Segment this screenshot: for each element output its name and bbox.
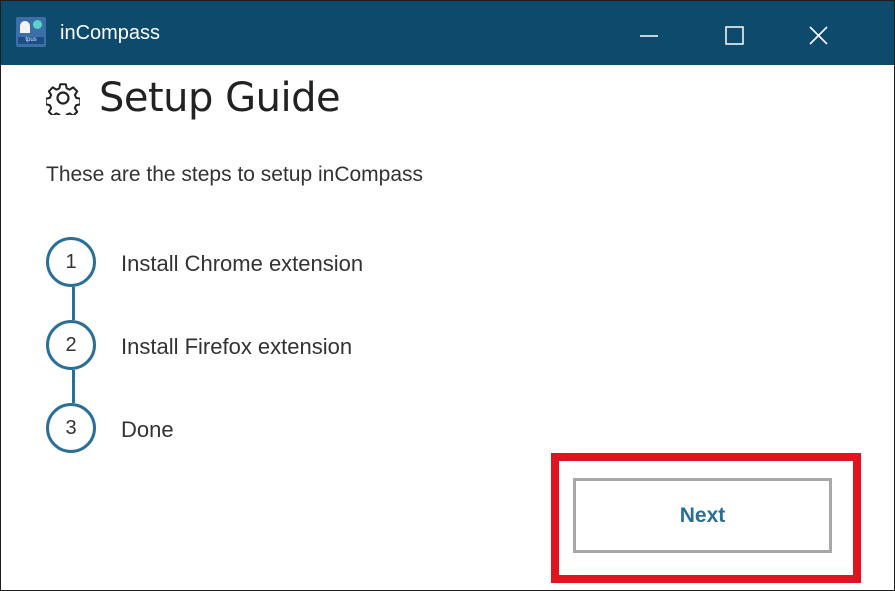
step-number-badge: 3 — [46, 403, 96, 453]
gear-icon — [46, 83, 80, 115]
page-title: Setup Guide — [99, 75, 341, 121]
step-number-badge: 1 — [46, 237, 96, 287]
close-icon — [809, 26, 828, 45]
close-button[interactable] — [779, 1, 859, 65]
minimize-icon — [640, 35, 658, 37]
step-item: 3 Done — [46, 403, 646, 459]
window-title: inCompass — [60, 22, 161, 44]
step-item: 2 Install Firefox extension — [46, 320, 646, 376]
maximize-button[interactable] — [694, 1, 774, 65]
minimize-button[interactable] — [609, 1, 689, 65]
app-logo-icon: tpus — [16, 17, 46, 47]
next-button[interactable]: Next — [573, 478, 832, 553]
maximize-icon — [725, 26, 744, 45]
step-label: Install Chrome extension — [121, 251, 364, 276]
app-window: tpus inCompass Setup Guide These are the… — [0, 0, 895, 591]
intro-text: These are the steps to setup inCompass — [46, 163, 424, 186]
title-bar[interactable]: tpus inCompass — [1, 1, 894, 65]
step-label: Install Firefox extension — [121, 334, 353, 359]
step-label: Done — [121, 417, 174, 442]
step-number-badge: 2 — [46, 320, 96, 370]
app-icon-text: tpus — [18, 37, 44, 44]
step-item: 1 Install Chrome extension — [46, 237, 646, 293]
steps-list: 1 Install Chrome extension 2 Install Fir… — [46, 237, 646, 467]
